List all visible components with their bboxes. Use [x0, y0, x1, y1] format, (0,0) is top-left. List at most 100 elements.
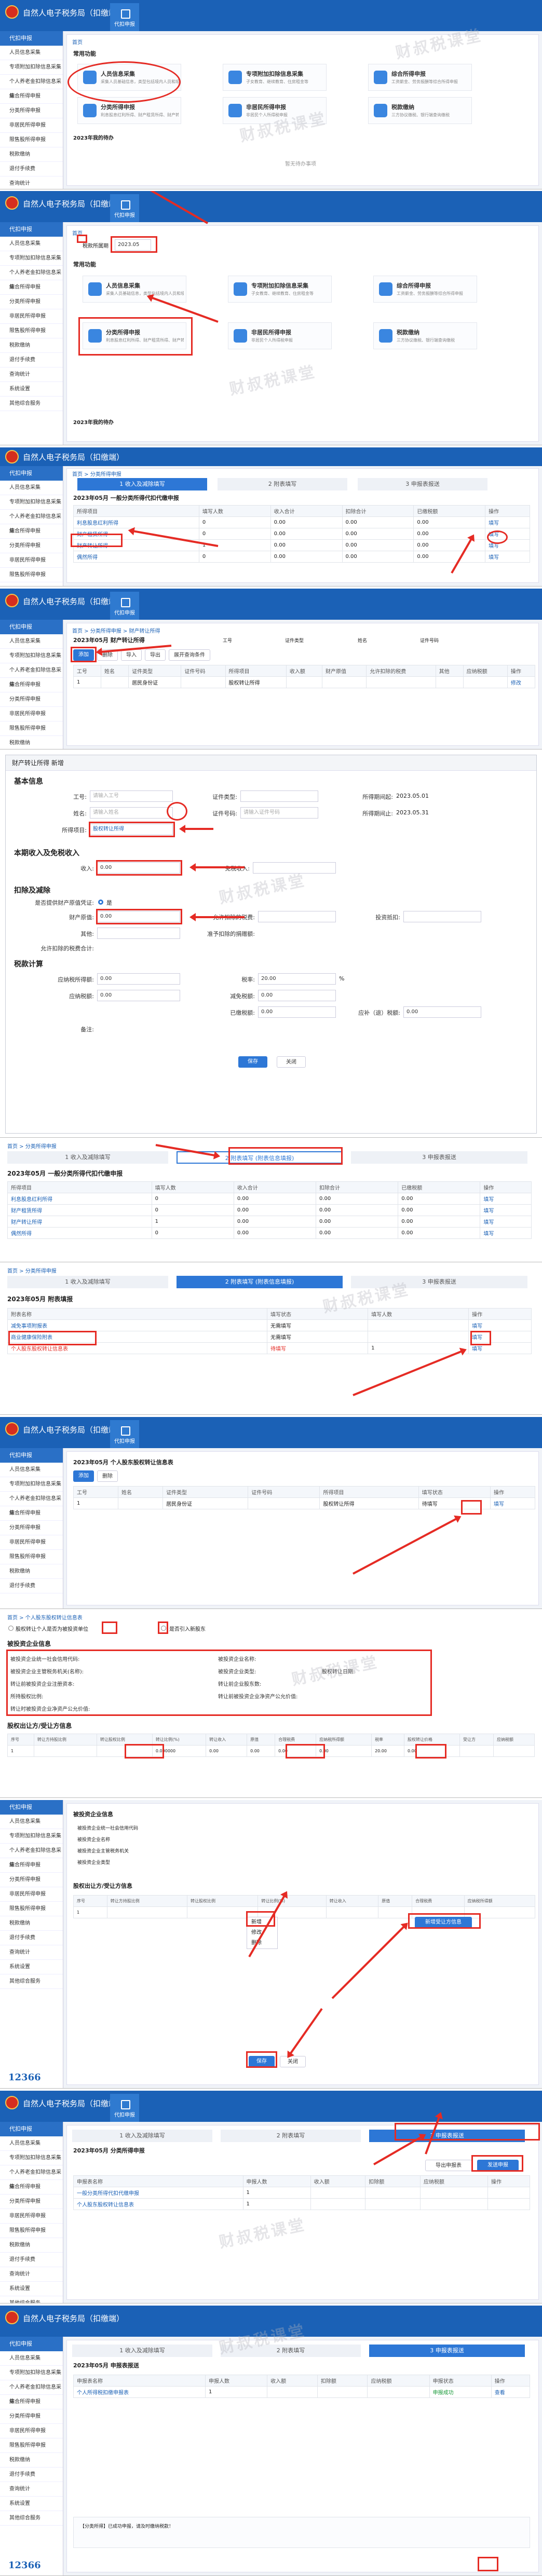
sidebar-item[interactable]: 非居民所得申报 [0, 1887, 63, 1902]
cell[interactable]: 利息股息红利所得 [73, 516, 199, 528]
card-comprehensive[interactable]: 综合所得申报 工资薪金、劳务报酬等综合所得申报 [368, 64, 472, 91]
sidebar-item[interactable]: 税款缴纳 [0, 1916, 63, 1931]
delete-button[interactable]: 删除 [97, 1470, 118, 1482]
tab-withholding-declare[interactable]: 代扣申报 [110, 3, 139, 31]
fill-link[interactable]: 填写 [485, 551, 530, 563]
step-2[interactable]: 2 附表填写 [218, 478, 347, 490]
sidebar-item[interactable]: 专项附加扣除信息采集 [0, 2151, 63, 2165]
sidebar-item[interactable]: 税款缴纳 [0, 2453, 63, 2468]
sidebar-item[interactable]: 非居民所得申报 [0, 118, 63, 133]
fee-input[interactable] [258, 911, 336, 922]
sidebar-item[interactable]: 非居民所得申报 [0, 2424, 63, 2438]
sidebar-item[interactable]: 专项附加扣除信息采集 [0, 2366, 63, 2380]
menu-item-delete[interactable]: 删除 [247, 1938, 277, 1948]
sidebar-item[interactable]: 查询统计 [0, 2482, 63, 2497]
investment-deduct-input[interactable] [403, 911, 481, 922]
breadcrumb[interactable]: 首页 > 个人股东股权转让信息表 [7, 1613, 83, 1621]
sidebar-item[interactable]: 分类所得申报 [0, 539, 63, 553]
sidebar-item[interactable]: 专项附加扣除信息采集 [0, 251, 63, 266]
cell[interactable]: 减免事项附报表 [7, 1319, 267, 1331]
sidebar-item[interactable]: 综合所得申报 [0, 524, 63, 539]
cell[interactable]: 偶然所得 [7, 1227, 152, 1239]
sidebar-item[interactable]: 专项附加扣除信息采集 [0, 1477, 63, 1492]
fill-link[interactable]: 填写 [468, 1319, 532, 1331]
sidebar-item[interactable]: 综合所得申报 [0, 2180, 63, 2195]
sidebar-item[interactable]: 专项附加扣除信息采集 [0, 1829, 63, 1844]
sidebar-item[interactable]: 分类所得申报 [0, 104, 63, 118]
cell[interactable]: 个人股东股权转让信息表 [73, 2198, 243, 2210]
cell[interactable] [459, 1745, 494, 1757]
tab-withholding-declare[interactable]: 代扣申报 [110, 2094, 139, 2122]
sidebar-item[interactable]: 查询统计 [0, 1945, 63, 1960]
card-comprehensive[interactable]: 综合所得申报 工资薪金、劳务报酬等综合所得申报 [373, 276, 477, 303]
close-button[interactable]: 关闭 [280, 2056, 306, 2067]
export-report-button[interactable]: 导出申报表 [425, 2160, 472, 2171]
sidebar-item[interactable]: 税款缴纳 [0, 338, 63, 353]
step-3[interactable]: 3 申报表报送 [351, 1151, 527, 1164]
sidebar-item[interactable]: 其他综合服务 [0, 397, 63, 411]
sidebar-item[interactable]: 分类所得申报 [0, 2409, 63, 2424]
sidebar-item[interactable]: 非居民所得申报 [0, 309, 63, 324]
sidebar-item[interactable]: 限售股所得申报 [0, 568, 63, 582]
sidebar-item[interactable]: 退付手续费 [0, 353, 63, 367]
save-button[interactable]: 保存 [238, 1056, 267, 1068]
sidebar-item[interactable]: 限售股所得申报 [0, 2224, 63, 2238]
fill-link[interactable]: 填写 [485, 516, 530, 528]
breadcrumb[interactable]: 首页 > 分类所得申报 [7, 1142, 57, 1150]
fill-link[interactable]: 填写 [480, 1193, 532, 1205]
sidebar-item[interactable]: 查询统计 [0, 176, 63, 189]
close-button[interactable]: 关闭 [277, 1056, 306, 1068]
sidebar-item[interactable]: 个人养老金扣除信息采集 [0, 1492, 63, 1516]
sidebar-item[interactable]: 非居民所得申报 [0, 707, 63, 721]
sidebar-item[interactable]: 人员信息采集 [0, 481, 63, 495]
breadcrumb[interactable]: 首页 > 分类所得申报 [7, 1266, 57, 1274]
sidebar-item[interactable]: 综合所得申报 [0, 678, 63, 692]
sidebar-item[interactable]: 分类所得申报 [0, 295, 63, 309]
cell[interactable]: 偶然所得 [73, 551, 199, 563]
cell[interactable]: 财产租赁所得 [7, 1204, 152, 1216]
sidebar-item[interactable]: 非居民所得申报 [0, 553, 63, 568]
sidebar-item[interactable]: 个人养老金扣除信息采集 [0, 2165, 63, 2190]
cell[interactable] [33, 1745, 97, 1757]
step-2[interactable]: 2 附表填写 (附表信息填报) [177, 1276, 343, 1288]
sidebar-item[interactable]: 税款缴纳 [0, 736, 63, 749]
zjlx-select[interactable] [240, 790, 318, 802]
sidebar-item[interactable]: 专项附加扣除信息采集 [0, 649, 63, 663]
sidebar-item[interactable]: 个人养老金扣除信息采集 [0, 663, 63, 688]
sidebar-item[interactable]: 综合所得申报 [0, 1858, 63, 1873]
sidebar-item[interactable]: 非居民所得申报 [0, 1535, 63, 1550]
step-1[interactable]: 1 收入及减除填写 [7, 1151, 168, 1164]
table-row[interactable]: 1 居民身份证 股权转让所得 修改 [73, 676, 536, 688]
sidebar-item[interactable]: 综合所得申报 [0, 1506, 63, 1521]
tax-relief-field[interactable]: 0.00 [258, 990, 336, 1001]
breadcrumb[interactable]: 首页 > 分类所得申报 > 财产转让所得 [72, 626, 160, 634]
tab-withholding-declare[interactable]: 代扣申报 [110, 592, 139, 620]
step-2[interactable]: 2 附表填写 [221, 2130, 361, 2142]
sidebar-item[interactable]: 人员信息采集 [0, 237, 63, 251]
sidebar-item[interactable]: 限售股所得申报 [0, 1550, 63, 1564]
cell[interactable]: 一般分类所得代扣代缴申报 [73, 2187, 243, 2199]
sidebar-item[interactable]: 限售股所得申报 [0, 324, 63, 338]
gonghao-input[interactable]: 请输入工号 [90, 790, 173, 802]
sidebar-item[interactable]: 专项附加扣除信息采集 [0, 60, 63, 75]
sidebar-item[interactable]: 系统设置 [0, 382, 63, 397]
sidebar-item[interactable]: 分类所得申报 [0, 692, 63, 707]
breadcrumb[interactable]: 首页 [72, 38, 83, 46]
cell[interactable]: 0.00 [247, 1745, 276, 1757]
sidebar-item[interactable]: 分类所得申报 [0, 2195, 63, 2209]
end-date[interactable]: 2023.05.31 [396, 809, 429, 816]
sidebar-item[interactable]: 其他综合服务 [0, 2296, 63, 2303]
sidebar-item[interactable]: 个人养老金扣除信息采集 [0, 1844, 63, 1868]
edit-link[interactable]: 修改 [507, 676, 536, 688]
step-1[interactable]: 1 收入及减除填写 [72, 2345, 212, 2357]
sidebar-item[interactable]: 税款缴纳 [0, 147, 63, 162]
start-date[interactable]: 2023.05.01 [396, 793, 429, 799]
sidebar-item[interactable]: 其他综合服务 [0, 1974, 63, 1989]
sidebar-item[interactable]: 查询统计 [0, 2267, 63, 2282]
sidebar-item[interactable]: 退付手续费 [0, 1931, 63, 1945]
fill-link[interactable]: 填写 [480, 1216, 532, 1228]
sidebar-item[interactable]: 个人养老金扣除信息采集 [0, 510, 63, 534]
sidebar-item[interactable]: 综合所得申报 [0, 89, 63, 104]
sidebar-item[interactable]: 人员信息采集 [0, 634, 63, 649]
sidebar-item[interactable]: 人员信息采集 [0, 2136, 63, 2151]
